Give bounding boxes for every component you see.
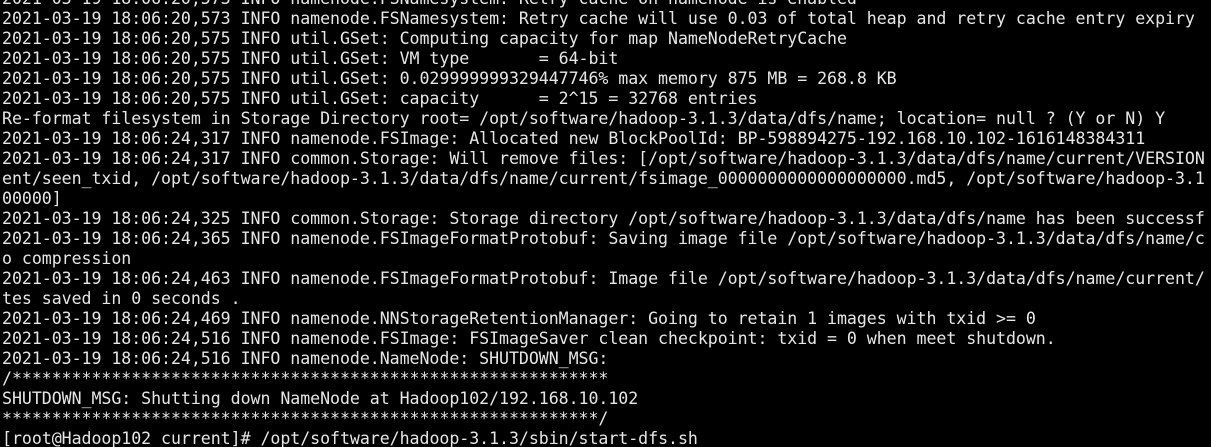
- terminal-line: 2021-03-19 18:06:20,575 INFO util.GSet: …: [2, 69, 897, 88]
- terminal-line: 2021-03-19 18:06:24,317 INFO common.Stor…: [2, 149, 1205, 168]
- terminal-line: Re-format filesystem in Storage Director…: [2, 109, 1166, 128]
- terminal-line: 2021-03-19 18:06:24,365 INFO namenode.FS…: [2, 229, 1205, 248]
- terminal-line: 2021-03-19 18:06:24,325 INFO common.Stor…: [2, 209, 1205, 228]
- terminal-line: /***************************************…: [2, 369, 609, 388]
- terminal-line: 00000]: [2, 189, 62, 208]
- terminal-line: 2021-03-19 18:06:24,317 INFO namenode.FS…: [2, 129, 1146, 148]
- command-input[interactable]: /opt/software/hadoop-3.1.3/sbin/start-df…: [260, 429, 697, 447]
- terminal-line: 2021-03-19 18:06:20,575 INFO util.GSet: …: [2, 29, 847, 48]
- terminal-line: 2021-03-19 18:06:24,463 INFO namenode.FS…: [2, 269, 1205, 288]
- terminal-window[interactable]: 2021-03-19 18:06:20,573 INFO namenode.FS…: [0, 0, 1211, 447]
- terminal-line: SHUTDOWN_MSG: Shutting down NameNode at …: [2, 389, 639, 408]
- terminal-line: 2021-03-19 18:06:24,516 INFO namenode.FS…: [2, 329, 1056, 348]
- terminal-line: 2021-03-19 18:06:20,575 INFO util.GSet: …: [2, 89, 758, 108]
- terminal-line: 2021-03-19 18:06:24,516 INFO namenode.Na…: [2, 349, 609, 368]
- terminal-line: ent/seen_txid, /opt/software/hadoop-3.1.…: [2, 169, 1205, 188]
- terminal-line: 2021-03-19 18:06:20,573 INFO namenode.FS…: [2, 9, 1195, 28]
- terminal-line: 2021-03-19 18:06:20,573 INFO namenode.FS…: [0, 0, 1211, 9]
- terminal-line: tes saved in 0 seconds .: [2, 289, 241, 308]
- command-prompt-line[interactable]: [root@Hadoop102 current]# /opt/software/…: [0, 429, 1211, 447]
- shell-prompt: [root@Hadoop102 current]#: [2, 429, 261, 447]
- terminal-line: ****************************************…: [2, 409, 609, 428]
- terminal-line: o compression: [2, 249, 132, 268]
- terminal-line: 2021-03-19 18:06:24,469 INFO namenode.NN…: [2, 309, 1036, 328]
- terminal-line: 2021-03-19 18:06:20,575 INFO util.GSet: …: [2, 49, 619, 68]
